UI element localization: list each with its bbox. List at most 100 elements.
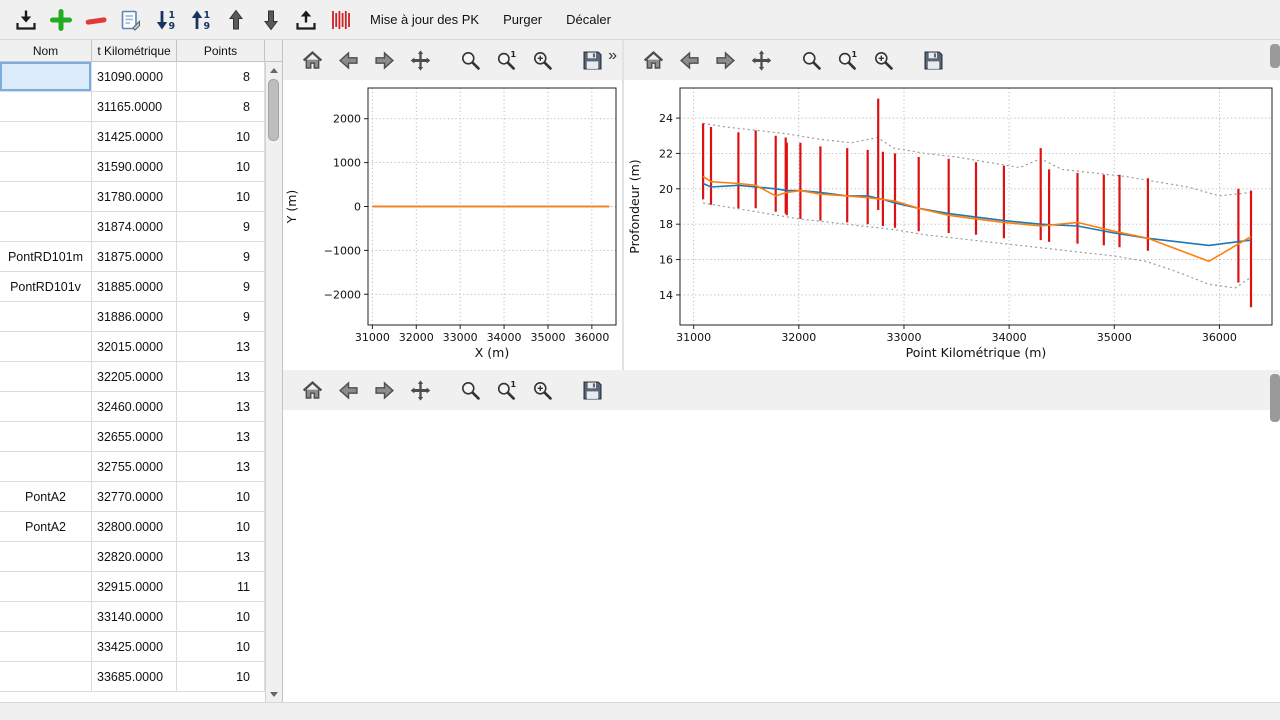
pan-button[interactable] [746,45,777,76]
cell-nom[interactable] [0,542,92,572]
cell-nom[interactable] [0,452,92,482]
cell-points[interactable]: 8 [177,62,265,92]
cell-nom[interactable]: PontA2 [0,512,92,542]
save-button[interactable] [577,45,608,76]
pan-button[interactable] [405,45,436,76]
save-button[interactable] [577,375,608,406]
cell-nom[interactable] [0,392,92,422]
purge-button[interactable]: Purger [493,5,552,35]
cell-points[interactable]: 10 [177,122,265,152]
profiles-button[interactable] [325,4,356,35]
cell-points[interactable]: 13 [177,542,265,572]
cell-nom[interactable] [0,362,92,392]
cell-nom[interactable] [0,122,92,152]
zoom-rect-button[interactable] [527,45,558,76]
xy-plot-canvas[interactable]: 310003200033000340003500036000−2000−1000… [283,80,622,370]
cell-point-kilometrique[interactable]: 31886.0000 [92,302,177,332]
cell-point-kilometrique[interactable]: 31875.0000 [92,242,177,272]
move-up-button[interactable] [220,4,251,35]
zoom-one-button[interactable]: 1 [491,375,522,406]
right-panel-scrollbar-thumb[interactable] [1270,44,1280,68]
edit-form-button[interactable] [115,4,146,35]
sort-descending-button[interactable]: 19 [185,4,216,35]
cell-points[interactable]: 8 [177,92,265,122]
cell-points[interactable]: 10 [177,182,265,212]
shift-button[interactable]: Décaler [556,5,621,35]
home-button[interactable] [297,375,328,406]
cell-nom[interactable] [0,662,92,692]
import-button[interactable] [10,4,41,35]
cell-point-kilometrique[interactable]: 32915.0000 [92,572,177,602]
cell-points[interactable]: 10 [177,602,265,632]
cell-point-kilometrique[interactable]: 31874.0000 [92,212,177,242]
cell-nom[interactable] [0,62,92,92]
cell-point-kilometrique[interactable]: 31590.0000 [92,152,177,182]
cell-point-kilometrique[interactable]: 33140.0000 [92,602,177,632]
cell-points[interactable]: 10 [177,512,265,542]
pan-button[interactable] [405,375,436,406]
cell-nom[interactable] [0,302,92,332]
cell-points[interactable]: 13 [177,422,265,452]
export-button[interactable] [290,4,321,35]
zoom-rect-button[interactable] [527,375,558,406]
cell-nom[interactable] [0,572,92,602]
zoom-button[interactable] [455,375,486,406]
cell-points[interactable]: 10 [177,152,265,182]
zoom-button[interactable] [455,45,486,76]
column-header-nom[interactable]: Nom [0,40,92,61]
cell-points[interactable]: 10 [177,662,265,692]
back-button[interactable] [333,375,364,406]
cell-point-kilometrique[interactable]: 32755.0000 [92,452,177,482]
forward-button[interactable] [369,45,400,76]
cell-nom[interactable] [0,152,92,182]
cell-points[interactable]: 10 [177,632,265,662]
cell-nom[interactable] [0,182,92,212]
cell-point-kilometrique[interactable]: 32015.0000 [92,332,177,362]
cell-nom[interactable] [0,602,92,632]
cell-points[interactable]: 9 [177,302,265,332]
cell-point-kilometrique[interactable]: 32800.0000 [92,512,177,542]
back-button[interactable] [674,45,705,76]
cell-point-kilometrique[interactable]: 31885.0000 [92,272,177,302]
scroll-down-button[interactable] [266,687,282,701]
table-scrollbar[interactable] [265,62,282,702]
save-button[interactable] [918,45,949,76]
cell-point-kilometrique[interactable]: 31165.0000 [92,92,177,122]
zoom-button[interactable] [796,45,827,76]
cell-points[interactable]: 13 [177,392,265,422]
cell-points[interactable]: 11 [177,572,265,602]
cell-point-kilometrique[interactable]: 32655.0000 [92,422,177,452]
cell-points[interactable]: 10 [177,482,265,512]
cell-point-kilometrique[interactable]: 32820.0000 [92,542,177,572]
cell-points[interactable]: 9 [177,212,265,242]
column-header-point-kilometrique[interactable]: t Kilométrique [92,40,177,61]
cell-points[interactable]: 9 [177,242,265,272]
cell-nom[interactable]: PontRD101v [0,272,92,302]
cell-points[interactable]: 13 [177,332,265,362]
forward-button[interactable] [369,375,400,406]
cell-point-kilometrique[interactable]: 32770.0000 [92,482,177,512]
cell-nom[interactable] [0,212,92,242]
cell-point-kilometrique[interactable]: 33685.0000 [92,662,177,692]
zoom-one-button[interactable]: 1 [491,45,522,76]
cell-nom[interactable] [0,332,92,362]
cell-point-kilometrique[interactable]: 32205.0000 [92,362,177,392]
cell-points[interactable]: 13 [177,452,265,482]
profile-plot-canvas[interactable]: 3100032000330003400035000360001416182022… [624,80,1280,370]
cell-nom[interactable] [0,92,92,122]
home-button[interactable] [638,45,669,76]
sort-ascending-button[interactable]: 19 [150,4,181,35]
cell-point-kilometrique[interactable]: 31090.0000 [92,62,177,92]
zoom-rect-button[interactable] [868,45,899,76]
scrollbar-thumb[interactable] [268,79,279,141]
cell-nom[interactable]: PontA2 [0,482,92,512]
forward-button[interactable] [710,45,741,76]
cell-points[interactable]: 9 [177,272,265,302]
scroll-up-button[interactable] [266,63,282,77]
zoom-one-button[interactable]: 1 [832,45,863,76]
cell-nom[interactable]: PontRD101m [0,242,92,272]
bottom-panel-scrollbar-thumb[interactable] [1270,374,1280,422]
move-down-button[interactable] [255,4,286,35]
cell-nom[interactable] [0,632,92,662]
column-header-points[interactable]: Points [177,40,265,61]
